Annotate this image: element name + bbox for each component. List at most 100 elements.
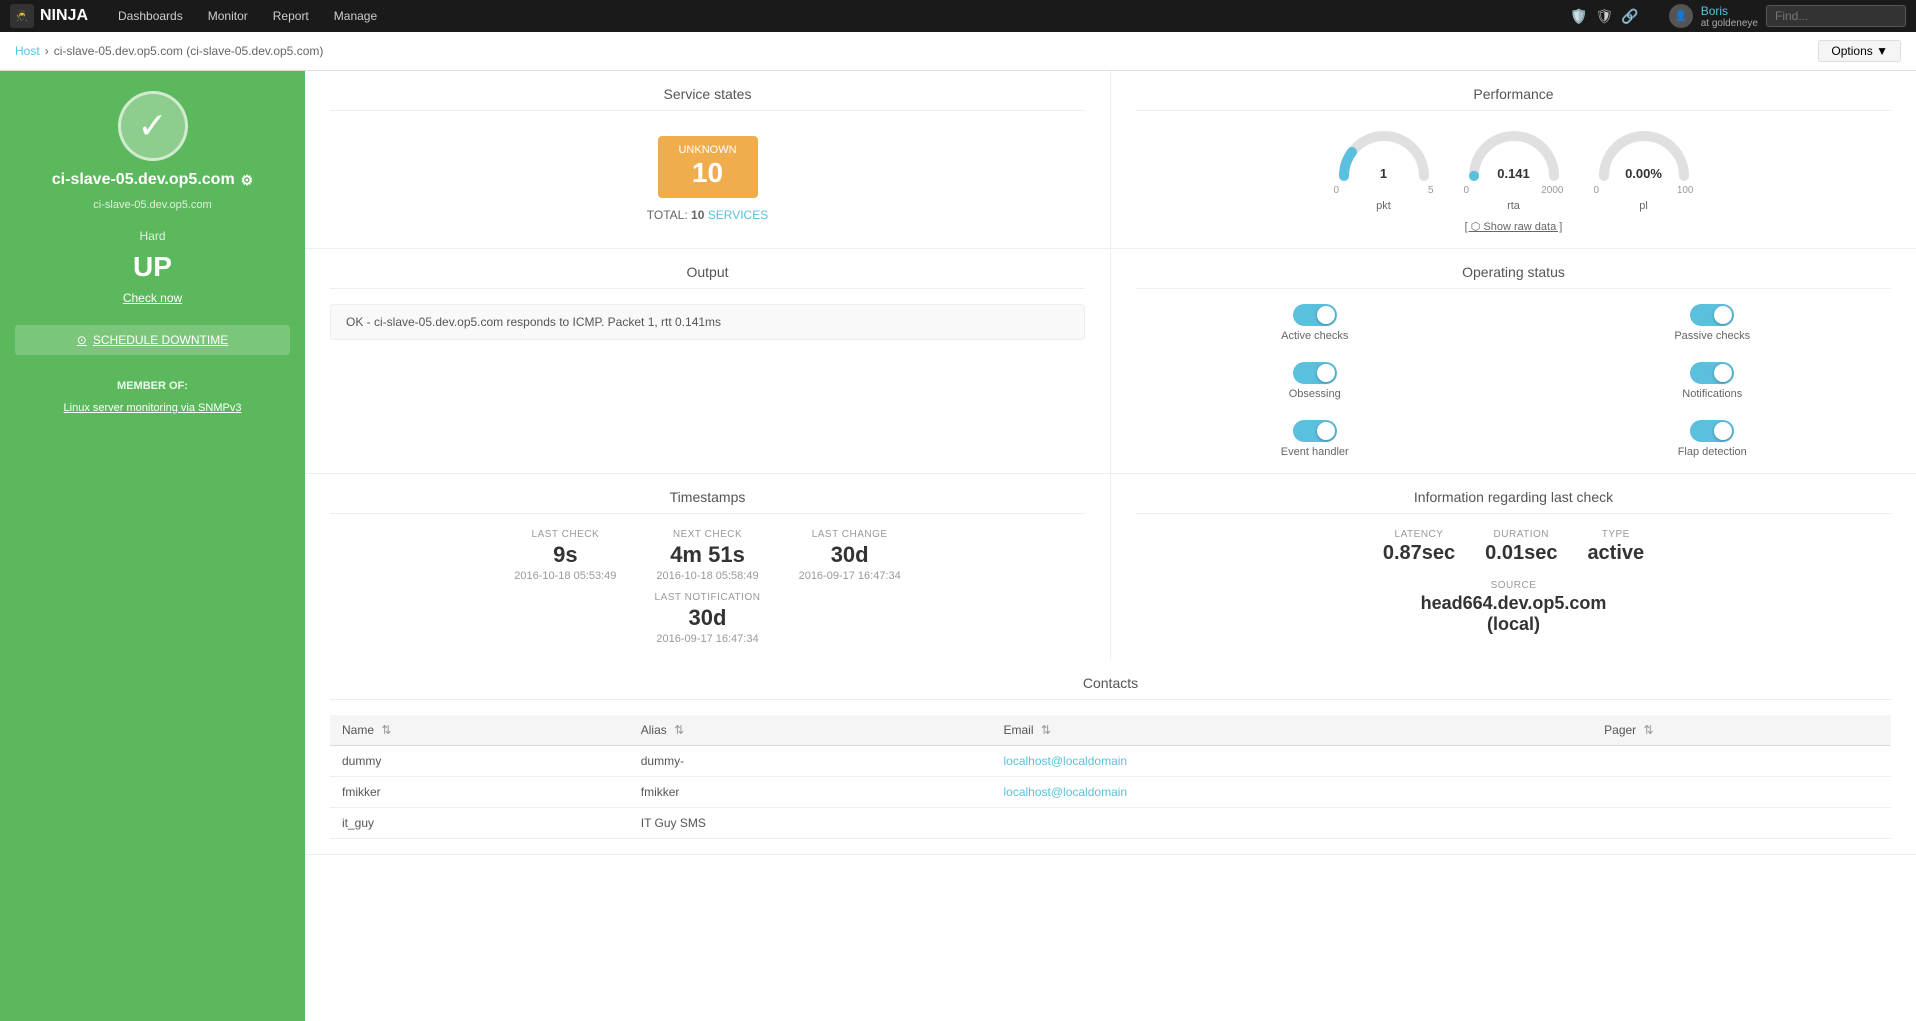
nav-monitor[interactable]: Monitor — [198, 5, 258, 27]
gauge-pl-minmax: 0 100 — [1594, 185, 1694, 196]
contact-pager — [1592, 808, 1891, 839]
service-performance-row: Service states UNKNOWN 10 TOTAL: 10 SERV… — [305, 71, 1916, 248]
gauge-rta-arc: 0.141 — [1464, 126, 1564, 181]
shield-alert-icon[interactable]: 🛡️ — [1570, 8, 1587, 25]
last-notification-date: 2016-09-17 16:47:34 — [656, 633, 758, 645]
gauge-pl-label: pl — [1639, 200, 1648, 212]
col-pager[interactable]: Pager ⇅ — [1592, 715, 1891, 746]
sort-alias-icon: ⇅ — [674, 723, 684, 737]
main-layout: ✓ ci-slave-05.dev.op5.com ⚙ ci-slave-05.… — [0, 71, 1916, 1021]
toggle-flap-detection-control[interactable] — [1690, 420, 1734, 442]
contact-pager — [1592, 777, 1891, 808]
nav-report[interactable]: Report — [263, 5, 319, 27]
toggle-active-checks-label: Active checks — [1281, 330, 1348, 342]
logo-icon: 🥷 — [10, 4, 34, 28]
logo: 🥷 NINJA — [10, 4, 88, 28]
nav-dashboards[interactable]: Dashboards — [108, 5, 193, 27]
col-name[interactable]: Name ⇅ — [330, 715, 629, 746]
toggle-obsessing-control[interactable] — [1293, 362, 1337, 384]
search-input[interactable] — [1766, 5, 1906, 27]
performance-section: Performance 1 0 5 — [1111, 71, 1916, 248]
toggle-flap-detection: Flap detection — [1678, 420, 1747, 458]
source-item: SOURCE head664.dev.op5.com(local) — [1136, 580, 1891, 635]
gear-icon[interactable]: ⚙ — [241, 172, 254, 189]
breadcrumb: Host › ci-slave-05.dev.op5.com (ci-slave… — [0, 32, 1916, 71]
contacts-table: Name ⇅ Alias ⇅ Email ⇅ Pager ⇅ dummy dum… — [330, 715, 1891, 839]
contact-name: fmikker — [330, 777, 629, 808]
next-check-label: NEXT CHECK — [673, 529, 742, 540]
top-nav: 🥷 NINJA Dashboards Monitor Report Manage… — [0, 0, 1916, 32]
toggle-passive-checks: Passive checks — [1674, 304, 1750, 342]
toggle-event-handler-label: Event handler — [1281, 446, 1349, 458]
gauge-rta-minmax: 0 2000 — [1464, 185, 1564, 196]
gauge-rta-label: rta — [1507, 200, 1520, 212]
member-of-link[interactable]: Linux server monitoring via SNMPv3 — [64, 402, 242, 414]
toggle-event-handler: Event handler — [1281, 420, 1349, 458]
gauges: 1 0 5 pkt — [1136, 126, 1891, 212]
toggle-notifications-control[interactable] — [1690, 362, 1734, 384]
contact-name: it_guy — [330, 808, 629, 839]
toggle-passive-checks-control[interactable] — [1690, 304, 1734, 326]
toggle-flap-detection-knob — [1714, 422, 1732, 440]
sort-name-icon: ⇅ — [381, 723, 391, 737]
nav-manage[interactable]: Manage — [324, 5, 387, 27]
duration-value: 0.01sec — [1485, 542, 1557, 565]
breadcrumb-current: ci-slave-05.dev.op5.com (ci-slave-05.dev… — [54, 44, 324, 58]
username[interactable]: Boris — [1701, 4, 1758, 18]
col-email[interactable]: Email ⇅ — [992, 715, 1593, 746]
gauge-rta-value: 0.141 — [1497, 166, 1530, 181]
host-name: ci-slave-05.dev.op5.com ⚙ — [52, 171, 253, 189]
contact-email-link[interactable]: localhost@localdomain — [1004, 785, 1128, 799]
contacts-tbody: dummy dummy- localhost@localdomain fmikk… — [330, 746, 1891, 839]
last-change-label: LAST CHANGE — [812, 529, 888, 540]
timestamps-lastcheck-row: Timestamps LAST CHECK 9s 2016-10-18 05:5… — [305, 473, 1916, 660]
check-type-label: Hard — [139, 229, 165, 243]
contact-email-link[interactable]: localhost@localdomain — [1004, 754, 1128, 768]
nav-icons: 🛡️ 🛡 🔗 — [1570, 8, 1639, 25]
schedule-downtime-button[interactable]: ⊙ SCHEDULE DOWNTIME — [15, 325, 290, 355]
operating-status-section: Operating status Active checks — [1111, 249, 1916, 473]
service-states-section: Service states UNKNOWN 10 TOTAL: 10 SERV… — [305, 71, 1111, 248]
host-status: UP — [133, 253, 172, 281]
contact-alias: fmikker — [629, 777, 992, 808]
toggle-notifications-knob — [1714, 364, 1732, 382]
main-content: Service states UNKNOWN 10 TOTAL: 10 SERV… — [305, 71, 1916, 1021]
contact-email: localhost@localdomain — [992, 777, 1593, 808]
last-check-title: Information regarding last check — [1136, 489, 1891, 514]
show-raw-link[interactable]: [ ⬡ Show raw data ] — [1465, 221, 1563, 233]
show-raw-data[interactable]: [ ⬡ Show raw data ] — [1136, 220, 1891, 233]
link-icon[interactable]: 🔗 — [1621, 8, 1638, 25]
toggle-active-checks-track — [1293, 304, 1337, 326]
sort-email-icon: ⇅ — [1041, 723, 1051, 737]
breadcrumb-host[interactable]: Host — [15, 44, 40, 58]
last-notification-label: LAST NOTIFICATION — [655, 592, 761, 603]
output-title: Output — [330, 264, 1085, 289]
service-states-title: Service states — [330, 86, 1085, 111]
type-value: active — [1587, 542, 1644, 565]
toggle-event-handler-control[interactable] — [1293, 420, 1337, 442]
hostname-text: ci-slave-05.dev.op5.com — [52, 171, 235, 189]
options-button[interactable]: Options ▼ — [1818, 40, 1901, 62]
check-now-link[interactable]: Check now — [123, 291, 182, 305]
output-operating-row: Output OK - ci-slave-05.dev.op5.com resp… — [305, 248, 1916, 473]
toggle-notifications-label: Notifications — [1682, 388, 1742, 400]
contact-pager — [1592, 746, 1891, 777]
timestamps-title: Timestamps — [330, 489, 1085, 514]
last-change-date: 2016-09-17 16:47:34 — [799, 570, 901, 582]
gauge-pkt-value: 1 — [1380, 166, 1387, 181]
toggle-event-handler-track — [1293, 420, 1337, 442]
table-row: dummy dummy- localhost@localdomain — [330, 746, 1891, 777]
sort-pager-icon: ⇅ — [1644, 723, 1654, 737]
col-alias[interactable]: Alias ⇅ — [629, 715, 992, 746]
avatar: 👤 — [1669, 4, 1693, 28]
services-link[interactable]: SERVICES — [708, 208, 768, 222]
unknown-count: 10 — [678, 156, 738, 190]
timestamp-next-check: NEXT CHECK 4m 51s 2016-10-18 05:58:49 — [656, 529, 758, 582]
shield-icon[interactable]: 🛡 — [1596, 8, 1614, 25]
toggle-notifications: Notifications — [1682, 362, 1742, 400]
toggle-flap-detection-track — [1690, 420, 1734, 442]
type-item: TYPE active — [1587, 529, 1644, 565]
timestamp-last-change: LAST CHANGE 30d 2016-09-17 16:47:34 — [799, 529, 901, 582]
contact-alias: IT Guy SMS — [629, 808, 992, 839]
toggle-active-checks-control[interactable] — [1293, 304, 1337, 326]
